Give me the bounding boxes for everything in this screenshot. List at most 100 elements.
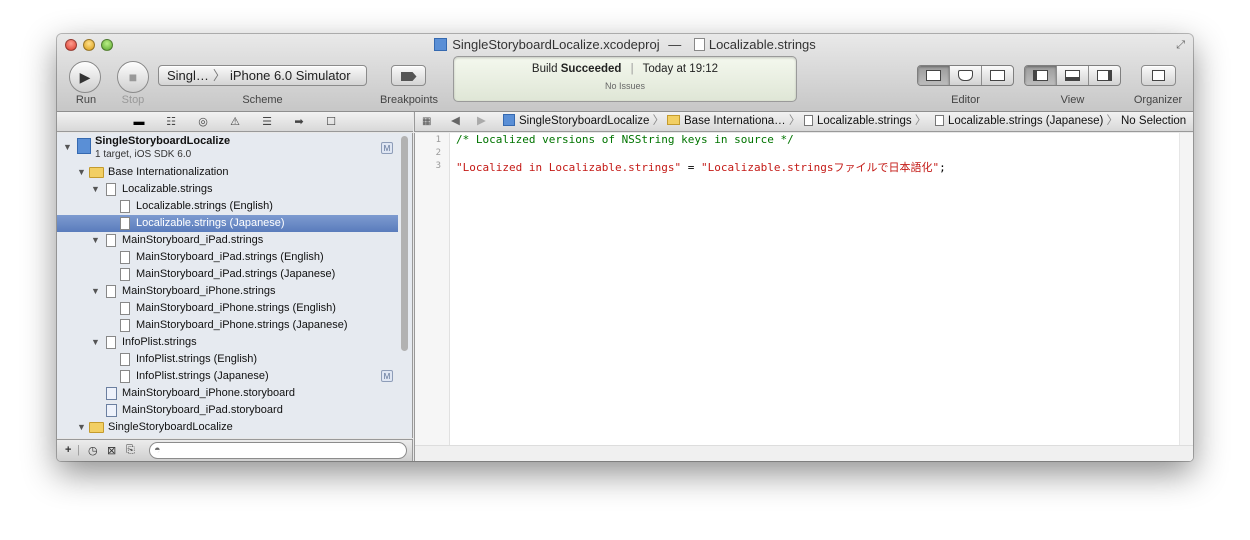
folder-icon (89, 167, 104, 178)
run-button[interactable]: ▶ (69, 61, 101, 93)
navigator-filter-bar: + | ◷ ⊠ ⎘ ◓ (57, 439, 413, 461)
toggle-navigator-button[interactable] (1025, 66, 1056, 85)
file-localizable-strings-english[interactable]: Localizable.strings (English) (57, 198, 398, 215)
file-mainstoryboard-ipad-strings-japanese[interactable]: MainStoryboard_iPad.strings (Japanese) (57, 266, 398, 283)
statement-terminator: ; (939, 161, 946, 174)
title-project: SingleStoryboardLocalize.xcodeproj (452, 37, 660, 52)
file-mainstoryboard-iphone-strings-english[interactable]: MainStoryboard_iPhone.strings (English) (57, 300, 398, 317)
code-line-3: "Localized in Localizable.strings" = "Lo… (456, 159, 946, 175)
jumpbar-project[interactable]: SingleStoryboardLocalize 〉 (503, 112, 664, 131)
disclosure-open-icon[interactable]: ▼ (91, 283, 100, 300)
file-mainstoryboard-iphone-storyboard[interactable]: MainStoryboard_iPhone.storyboard (57, 385, 398, 402)
project-name: SingleStoryboardLocalize (95, 135, 231, 147)
group-singlestoryboardlocalize[interactable]: ▼ SingleStoryboardLocalize (57, 419, 398, 436)
log-navigator-icon[interactable]: ☐ (315, 115, 347, 128)
filter-icon: ◓ (154, 444, 161, 456)
group-base-internationalization[interactable]: ▼ Base Internationalization (57, 164, 398, 181)
stop-button[interactable]: ■ (117, 61, 149, 93)
file-mainstoryboard-ipad-storyboard[interactable]: MainStoryboard_iPad.storyboard (57, 402, 398, 419)
chevron-right-icon: 〉 (914, 115, 927, 127)
project-icon (503, 114, 515, 126)
strings-file-icon (120, 319, 130, 332)
issue-navigator-icon[interactable]: ⚠ (219, 115, 251, 128)
tree-item-label: Localizable.strings (English) (136, 200, 273, 212)
assignment-operator: = (681, 161, 702, 174)
toggle-debug-area-button[interactable] (1056, 66, 1088, 85)
strings-file-icon (106, 234, 116, 247)
project-subtitle: 1 target, iOS SDK 6.0 (95, 149, 192, 160)
tree-item-label: MainStoryboard_iPad.strings (Japanese) (136, 268, 336, 280)
xcode-window: SingleStoryboardLocalize.xcodeproj — Loc… (57, 34, 1193, 461)
line-number: 3 (435, 161, 441, 171)
file-localizable-strings[interactable]: ▼ Localizable.strings (57, 181, 398, 198)
breakpoint-navigator-icon[interactable]: ➡ (283, 115, 315, 128)
jumpbar-selection[interactable]: No Selection (1121, 112, 1186, 131)
related-items-icon[interactable]: ▦ (422, 112, 431, 131)
forward-arrow-icon[interactable]: ▶ (477, 112, 486, 131)
tree-item-label: InfoPlist.strings (Japanese) (136, 370, 269, 382)
jumpbar-file-label: Localizable.strings (817, 115, 912, 127)
strings-file-icon (120, 268, 130, 281)
project-navigator-icon[interactable]: ▬ (123, 116, 155, 128)
tree-item-label: Localizable.strings (122, 183, 213, 195)
tree-item-label: MainStoryboard_iPad.storyboard (122, 404, 283, 416)
strings-file-icon (804, 115, 813, 126)
disclosure-open-icon[interactable]: ▼ (77, 164, 86, 181)
editor-scrollbar[interactable] (1179, 133, 1193, 445)
disclosure-open-icon[interactable]: ▼ (91, 232, 100, 249)
jumpbar-file[interactable]: Localizable.strings 〉 (804, 112, 926, 131)
jumpbar-group-label: Base Internationa… (684, 115, 786, 127)
file-infoplist-strings-japanese[interactable]: InfoPlist.strings (Japanese) M (57, 368, 398, 385)
utilities-pane-icon (1097, 70, 1112, 81)
project-root-row[interactable]: ▼ SingleStoryboardLocalize 1 target, iOS… (57, 133, 398, 163)
tree-item-label: MainStoryboard_iPhone.strings (English) (136, 302, 336, 314)
play-icon: ▶ (79, 69, 91, 85)
file-mainstoryboard-iphone-strings-japanese[interactable]: MainStoryboard_iPhone.strings (Japanese) (57, 317, 398, 334)
toggle-utilities-button[interactable] (1088, 66, 1120, 85)
breakpoints-button[interactable] (391, 65, 426, 86)
search-navigator-icon[interactable]: ◎ (187, 115, 219, 128)
source-editor[interactable]: 1 2 3 /* Localized versions of NSString … (414, 133, 1193, 461)
line-number-gutter: 1 2 3 (415, 133, 450, 461)
organizer-button[interactable] (1141, 65, 1176, 86)
file-mainstoryboard-ipad-strings-english[interactable]: MainStoryboard_iPad.strings (English) (57, 249, 398, 266)
file-mainstoryboard-ipad-strings[interactable]: ▼ MainStoryboard_iPad.strings (57, 232, 398, 249)
fullscreen-icon[interactable]: ⤢ (1176, 39, 1185, 52)
file-infoplist-strings[interactable]: ▼ InfoPlist.strings (57, 334, 398, 351)
strings-file-icon (120, 251, 130, 264)
standard-editor-button[interactable] (918, 66, 949, 85)
tree-item-label: MainStoryboard_iPad.strings (122, 234, 264, 246)
build-prefix: Build (531, 63, 558, 75)
navigator-scrollbar[interactable] (401, 136, 408, 351)
add-button[interactable]: + (65, 444, 71, 456)
assistant-editor-button[interactable] (949, 66, 981, 85)
filter-search-field[interactable]: ◓ (149, 442, 407, 459)
modified-badge: M (381, 370, 393, 382)
jumpbar-group[interactable]: Base Internationa… 〉 (667, 112, 800, 131)
strings-file-icon (106, 183, 116, 196)
debug-navigator-icon[interactable]: ☰ (251, 115, 283, 128)
unsaved-filter-icon[interactable]: ⎘ (126, 444, 135, 457)
file-mainstoryboard-iphone-strings[interactable]: ▼ MainStoryboard_iPhone.strings (57, 283, 398, 300)
strings-file-icon (120, 302, 130, 315)
scheme-popup[interactable]: Singl… 〉 iPhone 6.0 Simulator (158, 65, 367, 86)
scm-filter-icon[interactable]: ⊠ (107, 444, 116, 457)
strings-file-icon (120, 353, 130, 366)
window-title: SingleStoryboardLocalize.xcodeproj — Loc… (57, 37, 1193, 52)
disclosure-open-icon[interactable]: ▼ (77, 419, 86, 436)
file-localizable-strings-japanese[interactable]: Localizable.strings (Japanese) (57, 215, 398, 232)
title-separator: — (668, 37, 682, 52)
stop-icon: ■ (128, 69, 138, 85)
version-editor-button[interactable] (981, 66, 1013, 85)
disclosure-open-icon[interactable]: ▼ (91, 334, 100, 351)
chevron-right-icon: 〉 (212, 68, 226, 83)
disclosure-open-icon[interactable]: ▼ (91, 181, 100, 198)
recent-files-icon[interactable]: ◷ (88, 444, 98, 457)
symbol-navigator-icon[interactable]: ☷ (155, 115, 187, 128)
editor-label: Editor (951, 94, 980, 106)
folder-icon (667, 115, 680, 125)
back-arrow-icon[interactable]: ◀ (451, 112, 460, 131)
disclosure-open-icon[interactable]: ▼ (63, 142, 72, 152)
jumpbar-localization[interactable]: Localizable.strings (Japanese) 〉 (935, 112, 1118, 131)
file-infoplist-strings-english[interactable]: InfoPlist.strings (English) (57, 351, 398, 368)
